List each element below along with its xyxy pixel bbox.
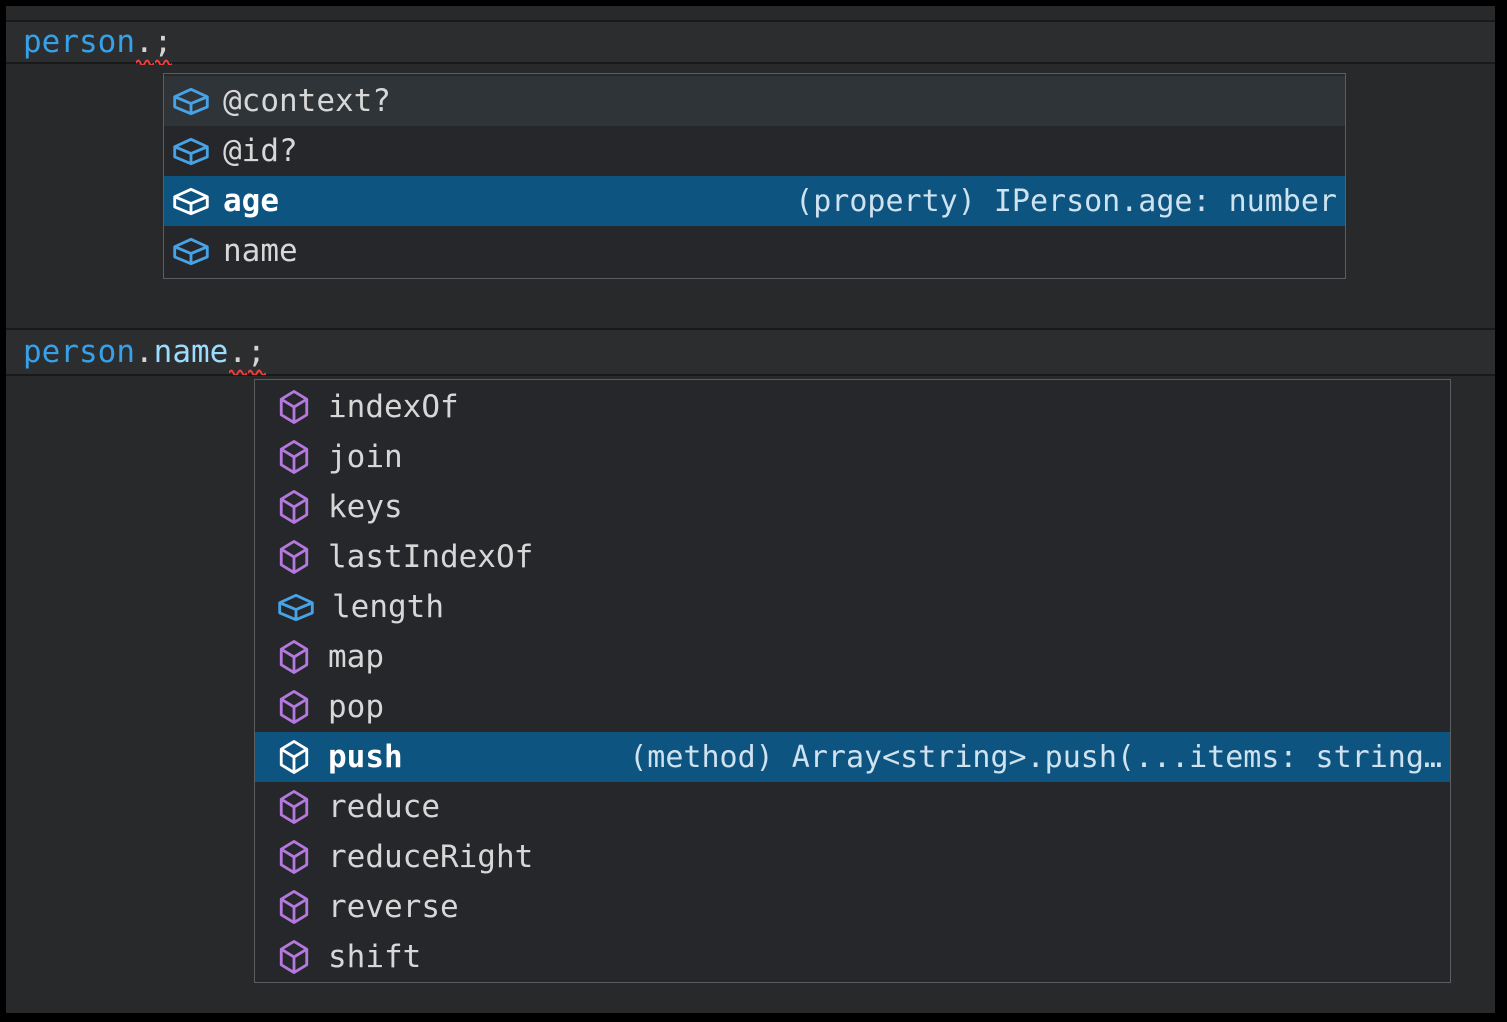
code-token-text: .	[135, 24, 154, 60]
editor-background[interactable]: person.; @context? @id? age (property) IPer…	[6, 6, 1495, 1013]
code-token: .	[135, 25, 154, 59]
symbol-field-icon	[277, 592, 315, 623]
suggestion-label: indexOf	[328, 389, 459, 425]
code-token-text: .	[135, 334, 154, 370]
suggestion-label: pop	[328, 689, 384, 725]
code-token-text: person	[23, 24, 135, 60]
code-token-text: person	[23, 334, 135, 370]
suggestion-item-join[interactable]: join	[255, 432, 1450, 482]
code-token-text: ;	[247, 334, 266, 370]
symbol-method-icon	[277, 938, 311, 976]
error-squiggle	[229, 367, 247, 375]
symbol-field-icon	[172, 186, 210, 217]
code-token-text: .	[228, 334, 247, 370]
suggestion-item-pop[interactable]: pop	[255, 682, 1450, 732]
code-text: person.name.;	[23, 330, 266, 374]
symbol-method-icon	[277, 538, 311, 576]
suggestion-item-name[interactable]: name	[164, 226, 1345, 276]
symbol-method-icon	[277, 488, 311, 526]
suggestion-item-age[interactable]: age (property) IPerson.age: number	[164, 176, 1345, 226]
suggestion-item-length[interactable]: length	[255, 582, 1450, 632]
code-token: name	[154, 335, 229, 369]
suggestion-label: @context?	[223, 83, 391, 119]
suggestion-item-keys[interactable]: keys	[255, 482, 1450, 532]
suggestion-label: age	[223, 183, 279, 219]
symbol-method-icon	[277, 888, 311, 926]
suggestion-label: length	[332, 589, 444, 625]
suggestion-label: map	[328, 639, 384, 675]
symbol-method-icon	[277, 388, 311, 426]
suggestion-detail: (method) Array<string>.push(...items: st…	[629, 740, 1450, 775]
suggestion-label: reduceRight	[328, 839, 533, 875]
symbol-method-icon	[277, 638, 311, 676]
code-token-text: name	[154, 334, 229, 370]
symbol-field-icon	[172, 136, 210, 167]
code-token: ;	[247, 335, 266, 369]
code-token: .	[135, 335, 154, 369]
suggestion-item-context[interactable]: @context?	[164, 76, 1345, 126]
symbol-method-icon	[277, 438, 311, 476]
suggestion-label: reduce	[328, 789, 440, 825]
symbol-field-icon	[172, 86, 210, 117]
code-text: person.;	[23, 22, 172, 62]
symbol-method-icon	[277, 788, 311, 826]
symbol-method-icon	[277, 738, 311, 776]
suggest-widget-1: @context? @id? age (property) IPerson.age: …	[163, 73, 1346, 279]
error-squiggle	[136, 57, 154, 65]
suggestion-item-push[interactable]: push (method) Array<string>.push(...items…	[255, 732, 1450, 782]
error-squiggle	[155, 57, 173, 65]
suggestion-item-map[interactable]: map	[255, 632, 1450, 682]
suggestion-label: push	[328, 739, 403, 775]
suggestion-label: join	[328, 439, 403, 475]
error-squiggle	[248, 367, 266, 375]
suggestion-label: reverse	[328, 889, 459, 925]
code-line-1[interactable]: person.;	[6, 20, 1495, 64]
code-token: person	[23, 25, 135, 59]
symbol-method-icon	[277, 688, 311, 726]
suggestion-item-reduce[interactable]: reduce	[255, 782, 1450, 832]
suggest-widget-2: indexOf join keys lastIndexOf length map pop pu…	[254, 379, 1451, 983]
suggestion-item-lastindexof[interactable]: lastIndexOf	[255, 532, 1450, 582]
code-token: ;	[154, 25, 173, 59]
suggestion-detail: (property) IPerson.age: number	[795, 184, 1345, 219]
suggestion-label: shift	[328, 939, 421, 975]
suggestion-label: keys	[328, 489, 403, 525]
suggestion-item-reduceright[interactable]: reduceRight	[255, 832, 1450, 882]
code-token: person	[23, 335, 135, 369]
suggestion-item-shift[interactable]: shift	[255, 932, 1450, 982]
suggestion-item-reverse[interactable]: reverse	[255, 882, 1450, 932]
code-token-text: ;	[154, 24, 173, 60]
suggestion-label: name	[223, 233, 298, 269]
symbol-field-icon	[172, 236, 210, 267]
suggestion-label: @id?	[223, 133, 298, 169]
code-line-2[interactable]: person.name.;	[6, 328, 1495, 376]
symbol-method-icon	[277, 838, 311, 876]
editor-window: person.; @context? @id? age (property) IPer…	[0, 0, 1507, 1022]
suggestion-item-id[interactable]: @id?	[164, 126, 1345, 176]
suggestion-item-indexof[interactable]: indexOf	[255, 382, 1450, 432]
code-token: .	[228, 335, 247, 369]
suggestion-label: lastIndexOf	[328, 539, 533, 575]
